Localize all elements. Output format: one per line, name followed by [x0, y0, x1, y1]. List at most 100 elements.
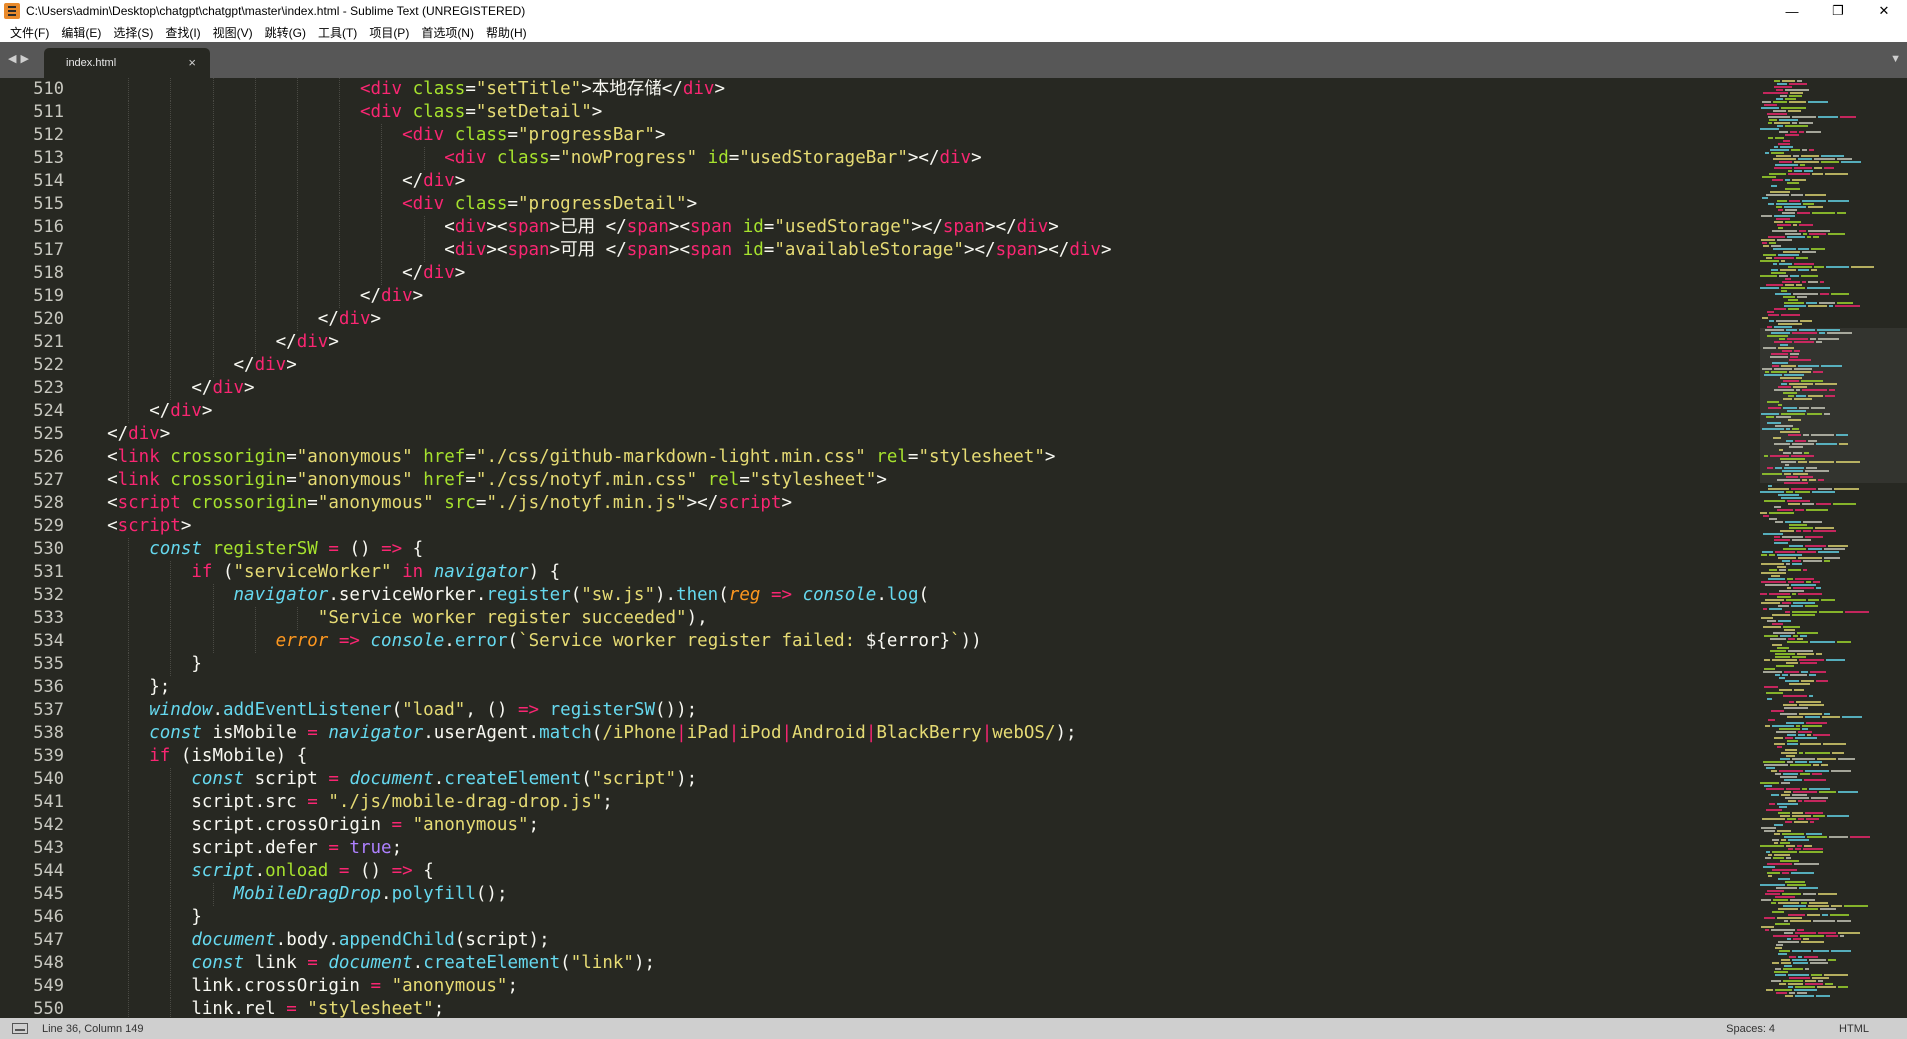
code-line[interactable]: navigator.serviceWorker.register("sw.js"…	[86, 584, 1112, 607]
code-line[interactable]: if ("serviceWorker" in navigator) {	[86, 561, 1112, 584]
minimap-stroke	[1773, 263, 1777, 265]
indentation-setting[interactable]: Spaces: 4	[1726, 1023, 1775, 1035]
code-line[interactable]: </div>	[86, 377, 1112, 400]
menu-find[interactable]: 查找(I)	[159, 24, 206, 41]
code-line[interactable]: </div>	[86, 423, 1112, 446]
menu-file[interactable]: 文件(F)	[4, 24, 55, 41]
menu-view[interactable]: 视图(V)	[207, 24, 259, 41]
code-line[interactable]: </div>	[86, 308, 1112, 331]
code-line[interactable]: error => console.error(`Service worker r…	[86, 630, 1112, 653]
minimap-stroke	[1774, 257, 1794, 259]
code-line[interactable]: </div>	[86, 285, 1112, 308]
minimap-stroke	[1803, 521, 1822, 523]
minimap[interactable]	[1760, 78, 1907, 1018]
panel-toggle-icon[interactable]	[12, 1023, 28, 1034]
code-line[interactable]: const link = document.createElement("lin…	[86, 952, 1112, 975]
minimap-stroke	[1786, 428, 1790, 430]
code-line[interactable]: </div>	[86, 170, 1112, 193]
code-line[interactable]: if (isMobile) {	[86, 745, 1112, 768]
code-line[interactable]: document.body.appendChild(script);	[86, 929, 1112, 952]
menu-selection[interactable]: 选择(S)	[107, 24, 159, 41]
close-button[interactable]: ✕	[1861, 0, 1907, 22]
minimap-stroke	[1799, 131, 1804, 133]
minimap-stroke	[1800, 476, 1813, 478]
minimap-stroke	[1833, 503, 1856, 505]
code-line[interactable]: const registerSW = () => {	[86, 538, 1112, 561]
minimap-stroke	[1797, 296, 1807, 298]
code-token: =>	[391, 861, 413, 881]
code-line[interactable]: <script crossorigin="anonymous" src="./j…	[86, 492, 1112, 515]
code-token: <div	[402, 125, 455, 145]
code-line[interactable]: <link crossorigin="anonymous" href="./cs…	[86, 469, 1112, 492]
code-line[interactable]: link.crossOrigin = "anonymous";	[86, 975, 1112, 998]
code-line[interactable]: script.defer = true;	[86, 837, 1112, 860]
menu-preferences[interactable]: 首选项(N)	[415, 24, 480, 41]
minimap-stroke	[1801, 155, 1819, 157]
code-line[interactable]: script.onload = () => {	[86, 860, 1112, 883]
tab-index-html[interactable]: index.html ×	[44, 48, 210, 78]
menu-help[interactable]: 帮助(H)	[480, 24, 533, 41]
code-token: "anonymous"	[296, 447, 413, 467]
code-line[interactable]: </div>	[86, 262, 1112, 285]
code-line[interactable]: const script = document.createElement("s…	[86, 768, 1112, 791]
menu-project[interactable]: 项目(P)	[363, 24, 415, 41]
tab-next-icon[interactable]: ▶	[20, 52, 28, 65]
indent-guide	[212, 193, 214, 216]
code-line[interactable]: <div class="setTitle">本地存储</div>	[86, 78, 1112, 101]
minimap-stroke	[1780, 713, 1797, 715]
minimap-stroke	[1761, 581, 1786, 583]
code-token: crossorigin	[170, 470, 287, 490]
minimap-stroke	[1792, 959, 1807, 961]
code-token: >	[686, 194, 698, 214]
minimap-stroke	[1788, 395, 1794, 397]
code-token: link	[117, 470, 171, 490]
tab-prev-icon[interactable]: ◀	[8, 52, 16, 65]
code-line[interactable]: }	[86, 906, 1112, 929]
code-area[interactable]: <div class="setTitle">本地存储</div> <div cl…	[86, 78, 1112, 1018]
code-line[interactable]: }	[86, 653, 1112, 676]
code-line[interactable]: </div>	[86, 354, 1112, 377]
code-line[interactable]: <div><span>可用 </span><span id="available…	[86, 239, 1112, 262]
code-line[interactable]: <div><span>已用 </span><span id="usedStora…	[86, 216, 1112, 239]
code-editor[interactable]: 510 511 512 513 514 515 516 517 518 519 520 521 522 5…	[0, 78, 1760, 1018]
code-line[interactable]: <link crossorigin="anonymous" href="./cs…	[86, 446, 1112, 469]
menu-tools[interactable]: 工具(T)	[312, 24, 363, 41]
code-line[interactable]: <div class="nowProgress" id="usedStorage…	[86, 147, 1112, 170]
minimap-stroke	[1769, 512, 1794, 514]
code-line[interactable]: window.addEventListener("load", () => re…	[86, 699, 1112, 722]
minimap-stroke	[1786, 599, 1806, 601]
code-line[interactable]: <div class="setDetail">	[86, 101, 1112, 124]
code-line[interactable]: script.crossOrigin = "anonymous";	[86, 814, 1112, 837]
minimap-stroke	[1793, 602, 1815, 604]
indent-guide	[128, 285, 130, 308]
code-line[interactable]: "Service worker register succeeded"),	[86, 607, 1112, 630]
menu-goto[interactable]: 跳转(G)	[259, 24, 312, 41]
minimize-button[interactable]: —	[1769, 0, 1815, 22]
code-line[interactable]: <div class="progressBar">	[86, 124, 1112, 147]
syntax-selector[interactable]: HTML	[1839, 1023, 1869, 1035]
code-line[interactable]: MobileDragDrop.polyfill();	[86, 883, 1112, 906]
minimap-stroke	[1776, 218, 1790, 220]
menu-edit[interactable]: 编辑(E)	[55, 24, 107, 41]
code-token: navigator	[233, 585, 329, 605]
code-token: ></	[985, 217, 1017, 237]
minimap-stroke	[1802, 725, 1822, 727]
restore-button[interactable]: ❐	[1815, 0, 1861, 22]
minimap-stroke	[1772, 362, 1788, 364]
code-token: crossorigin	[170, 447, 287, 467]
code-line[interactable]: <script>	[86, 515, 1112, 538]
code-line[interactable]: link.rel = "stylesheet";	[86, 998, 1112, 1018]
code-line[interactable]: </div>	[86, 331, 1112, 354]
code-line[interactable]: };	[86, 676, 1112, 699]
code-line[interactable]: <div class="progressDetail">	[86, 193, 1112, 216]
minimap-stroke	[1764, 668, 1775, 670]
code-line[interactable]: const isMobile = navigator.userAgent.mat…	[86, 722, 1112, 745]
code-token: "script"	[591, 769, 677, 789]
minimap-stroke	[1797, 653, 1814, 655]
code-line[interactable]: </div>	[86, 400, 1112, 423]
tab-close-icon[interactable]: ×	[188, 55, 196, 70]
tab-list-dropdown-icon[interactable]: ▼	[1890, 53, 1901, 65]
code-line[interactable]: script.src = "./js/mobile-drag-drop.js";	[86, 791, 1112, 814]
indent-guide	[381, 216, 383, 239]
